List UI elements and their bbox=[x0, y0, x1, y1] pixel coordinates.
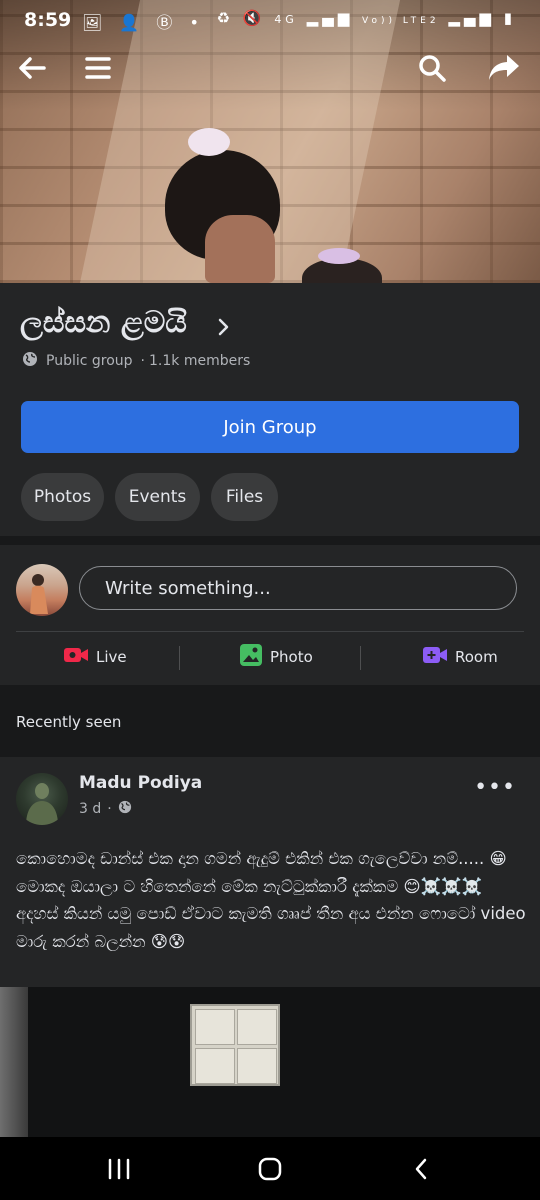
recently-seen-heading: Recently seen bbox=[16, 713, 122, 731]
composer-actions: Live Photo Room bbox=[0, 632, 540, 682]
room-label: Room bbox=[455, 648, 498, 666]
chevron-right-icon[interactable] bbox=[217, 317, 231, 341]
live-video-icon bbox=[64, 646, 88, 668]
avatar[interactable] bbox=[16, 564, 68, 616]
back-icon[interactable] bbox=[401, 1151, 441, 1187]
dot-icon: • bbox=[189, 13, 205, 32]
4g-icon: 4G bbox=[274, 13, 298, 26]
meta-separator: · bbox=[140, 353, 145, 369]
action-separator bbox=[360, 646, 361, 670]
person-add-icon: 👤 bbox=[119, 13, 146, 32]
live-button[interactable]: Live bbox=[64, 632, 127, 682]
join-group-button[interactable]: Join Group bbox=[21, 401, 519, 453]
b-circle-icon: Ⓑ bbox=[156, 13, 179, 32]
post-time[interactable]: 3 d bbox=[79, 801, 101, 817]
image-icon: 🖼 bbox=[82, 13, 109, 32]
volte-icon: Vo)) LTE2 bbox=[362, 16, 440, 26]
room-icon bbox=[423, 646, 447, 668]
room-button[interactable]: Room bbox=[423, 632, 498, 682]
group-name[interactable]: ලස්සන ළමයි bbox=[20, 305, 187, 340]
post-composer: Write something... Live Photo Room bbox=[0, 545, 540, 685]
avatar[interactable] bbox=[16, 773, 68, 825]
system-nav-bar bbox=[0, 1137, 540, 1200]
media-wall-switch bbox=[190, 1004, 280, 1086]
post-text: කොහොමද ඩාන්ස් එක දාන ගමන් ඇදුම් එකින් එක… bbox=[16, 849, 526, 951]
status-bar: 8:59 🖼 👤 Ⓑ • ♻ 🔇 4G ▂▄▆ Vo)) LTE2 ▂▄▆ ▮ bbox=[0, 0, 540, 40]
globe-icon bbox=[118, 800, 132, 818]
media-edge bbox=[0, 987, 28, 1137]
recycle-icon: ♻ bbox=[216, 9, 235, 27]
write-something-input[interactable]: Write something... bbox=[79, 566, 517, 610]
post-meta: 3 d · bbox=[79, 800, 132, 818]
live-label: Live bbox=[96, 648, 127, 666]
group-privacy: Public group bbox=[46, 353, 133, 369]
post-author[interactable]: Madu Podiya bbox=[79, 773, 202, 793]
signal-icon: ▂▄▆ bbox=[306, 9, 354, 27]
tab-files[interactable]: Files bbox=[211, 473, 278, 521]
group-member-count[interactable]: 1.1k members bbox=[149, 353, 250, 369]
battery-icon: ▮ bbox=[503, 9, 516, 27]
meta-separator: · bbox=[107, 801, 112, 817]
globe-icon bbox=[22, 351, 38, 371]
status-left-icons: 🖼 👤 Ⓑ • bbox=[82, 9, 205, 33]
photo-button[interactable]: Photo bbox=[240, 632, 313, 682]
recent-apps-icon[interactable] bbox=[99, 1151, 139, 1187]
status-right-icons: ♻ 🔇 4G ▂▄▆ Vo)) LTE2 ▂▄▆ ▮ bbox=[217, 9, 516, 27]
group-header: ලස්සන ළමයි Public group · 1.1k members J… bbox=[0, 283, 540, 536]
home-icon[interactable] bbox=[250, 1151, 290, 1187]
cover-hair-bow bbox=[188, 128, 230, 156]
photo-label: Photo bbox=[270, 648, 313, 666]
more-options-icon[interactable]: ••• bbox=[474, 775, 516, 800]
group-cover-photo[interactable] bbox=[0, 0, 540, 283]
cover-hair-bow-2 bbox=[318, 248, 360, 264]
tab-events[interactable]: Events bbox=[115, 473, 200, 521]
feed-post: Madu Podiya 3 d · ••• කොහොමද ඩාන්ස් එක ද… bbox=[0, 757, 540, 987]
cover-subject-face bbox=[205, 215, 275, 283]
group-meta: Public group · 1.1k members bbox=[22, 351, 250, 371]
mute-icon: 🔇 bbox=[242, 9, 266, 27]
status-time: 8:59 bbox=[24, 9, 72, 31]
photo-icon bbox=[240, 644, 262, 670]
share-icon[interactable] bbox=[484, 48, 524, 88]
signal-icon: ▂▄▆ bbox=[448, 9, 495, 27]
back-arrow-icon[interactable] bbox=[12, 48, 52, 88]
search-icon[interactable] bbox=[412, 48, 452, 88]
action-separator bbox=[179, 646, 180, 670]
post-media[interactable] bbox=[0, 987, 540, 1137]
tab-photos[interactable]: Photos bbox=[21, 473, 104, 521]
menu-icon[interactable] bbox=[78, 48, 118, 88]
